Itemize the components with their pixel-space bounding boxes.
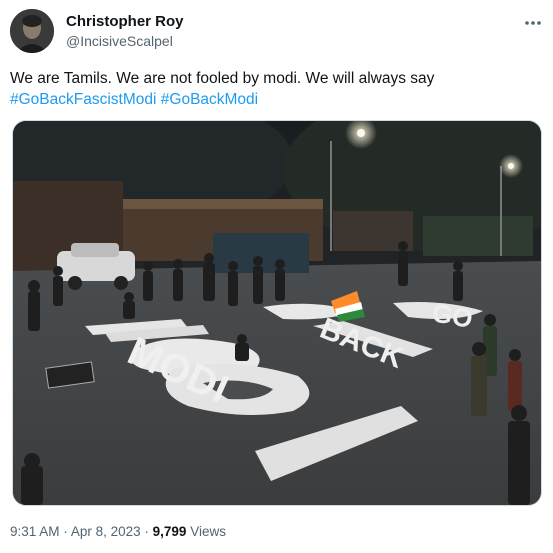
tweet-date[interactable]: Apr 8, 2023 — [71, 524, 141, 539]
tweet-body: We are Tamils. We are not fooled by modi… — [10, 70, 435, 87]
tweet-text: We are Tamils. We are not fooled by modi… — [10, 68, 540, 110]
views-count: 9,799 — [152, 524, 187, 539]
tweet-time[interactable]: 9:31 AM — [10, 524, 60, 539]
author-name[interactable]: Christopher Roy — [66, 13, 184, 30]
meta-separator: · — [63, 524, 68, 539]
views-label: Views — [190, 524, 226, 539]
hashtag-gobackfascistmodi[interactable]: #GoBackFascistModi — [10, 91, 156, 108]
more-button[interactable] — [520, 10, 546, 36]
hashtag-gobackmodi[interactable]: #GoBackModi — [161, 91, 258, 108]
street-protest-photo: GO BACK MODI — [13, 121, 541, 505]
meta-separator-2: · — [144, 524, 149, 539]
tweet-meta: 9:31 AM · Apr 8, 2023 · 9,799 Views — [10, 524, 226, 539]
author-handle[interactable]: @IncisiveScalpel — [66, 33, 173, 49]
tweet-photo[interactable]: GO BACK MODI — [12, 120, 542, 506]
more-horizontal-icon — [525, 21, 541, 25]
avatar[interactable] — [10, 9, 54, 53]
avatar-image — [10, 9, 54, 53]
